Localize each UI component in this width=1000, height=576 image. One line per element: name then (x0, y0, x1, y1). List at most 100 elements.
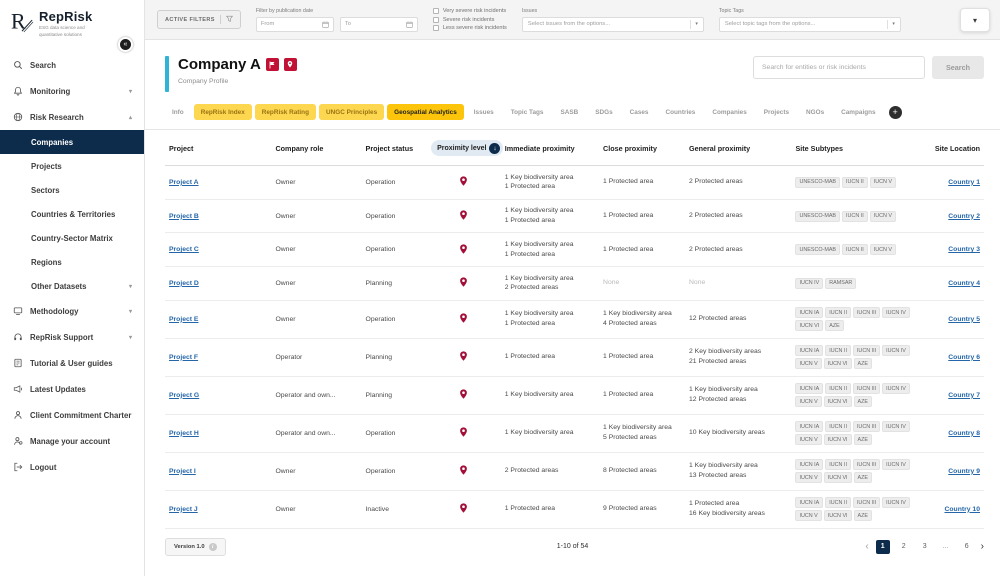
severity-filter-severe-risk-incidents[interactable]: Severe risk incidents (433, 17, 507, 23)
project-link[interactable]: Project I (169, 468, 196, 475)
date-to-field[interactable] (345, 21, 403, 27)
project-link[interactable]: Project A (169, 179, 199, 186)
map-pin-icon[interactable] (458, 388, 469, 400)
project-link[interactable]: Project E (169, 316, 198, 323)
sidebar-item-tutorial-user-guides[interactable]: Tutorial & User guides (0, 350, 144, 376)
info-icon[interactable]: i (209, 543, 217, 551)
tab-campaigns[interactable]: Campaigns (834, 104, 882, 120)
sidebar-item-methodology[interactable]: Methodology▾ (0, 298, 144, 324)
search-button[interactable]: Search (932, 56, 984, 79)
sidebar-item-risk-research[interactable]: Risk Research▴ (0, 104, 144, 130)
map-pin-badge-icon[interactable] (284, 58, 297, 71)
pagination-prev-icon[interactable]: ‹ (865, 542, 868, 552)
sidebar-item-latest-updates[interactable]: Latest Updates (0, 376, 144, 402)
tab-companies[interactable]: Companies (705, 104, 753, 120)
date-from-input[interactable] (256, 17, 334, 32)
globe-icon (12, 112, 23, 123)
date-to-input[interactable] (340, 17, 418, 32)
proximity-level-cell (427, 300, 501, 338)
site-subtype-tag: IUCN II (825, 421, 851, 432)
sidebar-item-companies[interactable]: Companies (0, 130, 144, 154)
country-link[interactable]: Country 3 (948, 246, 980, 253)
checkbox-icon[interactable] (433, 17, 439, 23)
map-pin-icon[interactable] (458, 175, 469, 187)
checkbox-icon[interactable] (433, 8, 439, 14)
severity-filter-very-severe-risk-incidents[interactable]: Very severe risk incidents (433, 8, 507, 14)
project-link[interactable]: Project F (169, 354, 198, 361)
pagination-page-1[interactable]: 1 (876, 540, 890, 554)
pagination-page-2[interactable]: 2 (897, 540, 911, 554)
active-filters-button[interactable]: ACTIVE FILTERS (157, 10, 241, 29)
pagination-next-icon[interactable]: › (981, 542, 984, 552)
tab-topic-tags[interactable]: Topic Tags (504, 104, 551, 120)
add-tab-button[interactable]: + (889, 106, 902, 119)
map-pin-icon[interactable] (458, 464, 469, 476)
date-from-field[interactable] (261, 21, 319, 27)
map-pin-icon[interactable] (458, 276, 469, 288)
pagination-page-6[interactable]: 6 (960, 540, 974, 554)
checkbox-icon[interactable] (433, 25, 439, 31)
tab-reprisk-rating[interactable]: RepRisk Rating (255, 104, 316, 120)
project-link[interactable]: Project G (169, 392, 199, 399)
country-link[interactable]: Country 5 (948, 316, 980, 323)
tab-sdgs[interactable]: SDGs (588, 104, 619, 120)
country-link[interactable]: Country 10 (944, 506, 980, 513)
sidebar-item-countries-territories[interactable]: Countries & Territories (0, 202, 144, 226)
project-link[interactable]: Project C (169, 246, 199, 253)
column-header-proximity-level[interactable]: Proximity level↓ (427, 130, 501, 166)
calendar-icon[interactable] (406, 21, 413, 28)
tab-reprisk-index[interactable]: RepRisk Index (194, 104, 252, 120)
country-link[interactable]: Country 8 (948, 430, 980, 437)
tab-cases[interactable]: Cases (623, 104, 656, 120)
pagination-page-3[interactable]: 3 (918, 540, 932, 554)
sidebar-item-country-sector-matrix[interactable]: Country-Sector Matrix (0, 226, 144, 250)
tab-geospatial-analytics[interactable]: Geospatial Analytics (387, 104, 464, 120)
project-link[interactable]: Project B (169, 213, 199, 220)
sidebar-item-logout[interactable]: Logout (0, 454, 144, 480)
topic-tags-select[interactable]: Select topic tags from the options... ▾ (719, 17, 901, 32)
sidebar-item-label: Manage your account (30, 437, 110, 446)
map-pin-icon[interactable] (458, 243, 469, 255)
sidebar-item-reprisk-support[interactable]: RepRisk Support▾ (0, 324, 144, 350)
issues-select[interactable]: Select issues from the options... ▾ (522, 17, 704, 32)
tab-projects[interactable]: Projects (757, 104, 796, 120)
project-link[interactable]: Project J (169, 506, 198, 513)
map-pin-icon[interactable] (458, 426, 469, 438)
map-pin-icon[interactable] (458, 312, 469, 324)
map-pin-icon[interactable] (458, 350, 469, 362)
bell-icon (12, 86, 23, 97)
project-link[interactable]: Project H (169, 430, 199, 437)
country-link[interactable]: Country 6 (948, 354, 980, 361)
country-link[interactable]: Country 7 (948, 392, 980, 399)
country-link[interactable]: Country 2 (948, 213, 980, 220)
flag-badge-icon[interactable] (266, 58, 279, 71)
sidebar-item-search[interactable]: Search (0, 52, 144, 78)
map-pin-icon[interactable] (458, 209, 469, 221)
country-link[interactable]: Country 4 (948, 280, 980, 287)
project-link[interactable]: Project D (169, 280, 199, 287)
sidebar-item-sectors[interactable]: Sectors (0, 178, 144, 202)
calendar-icon[interactable] (322, 21, 329, 28)
map-pin-icon[interactable] (458, 502, 469, 514)
tab-info[interactable]: Info (165, 104, 191, 120)
sidebar-item-client-commitment-charter[interactable]: Client Commitment Charter (0, 402, 144, 428)
filter-expand-button[interactable]: ▾ (960, 8, 990, 32)
proximity-level-sort-pill[interactable]: Proximity level↓ (431, 140, 503, 156)
country-link[interactable]: Country 9 (948, 468, 980, 475)
tab-issues[interactable]: Issues (467, 104, 501, 120)
sort-descending-icon[interactable]: ↓ (489, 143, 500, 154)
sidebar-item-regions[interactable]: Regions (0, 250, 144, 274)
country-link[interactable]: Country 1 (948, 179, 980, 186)
sidebar-item-monitoring[interactable]: Monitoring▾ (0, 78, 144, 104)
sidebar-collapse-button[interactable]: « (118, 37, 133, 52)
tab-ungc-principles[interactable]: UNGC Principles (319, 104, 384, 120)
entity-search-input[interactable] (753, 56, 925, 79)
sidebar-item-manage-your-account[interactable]: Manage your account (0, 428, 144, 454)
tab-countries[interactable]: Countries (659, 104, 703, 120)
sidebar-item-other-datasets[interactable]: Other Datasets▾ (0, 274, 144, 298)
sidebar-item-projects[interactable]: Projects (0, 154, 144, 178)
severity-filter-less-severe-risk-incidents[interactable]: Less severe risk incidents (433, 25, 507, 31)
tab-ngos[interactable]: NGOs (799, 104, 831, 120)
version-badge[interactable]: Version 1.0 i (165, 538, 226, 556)
tab-sasb[interactable]: SASB (553, 104, 585, 120)
